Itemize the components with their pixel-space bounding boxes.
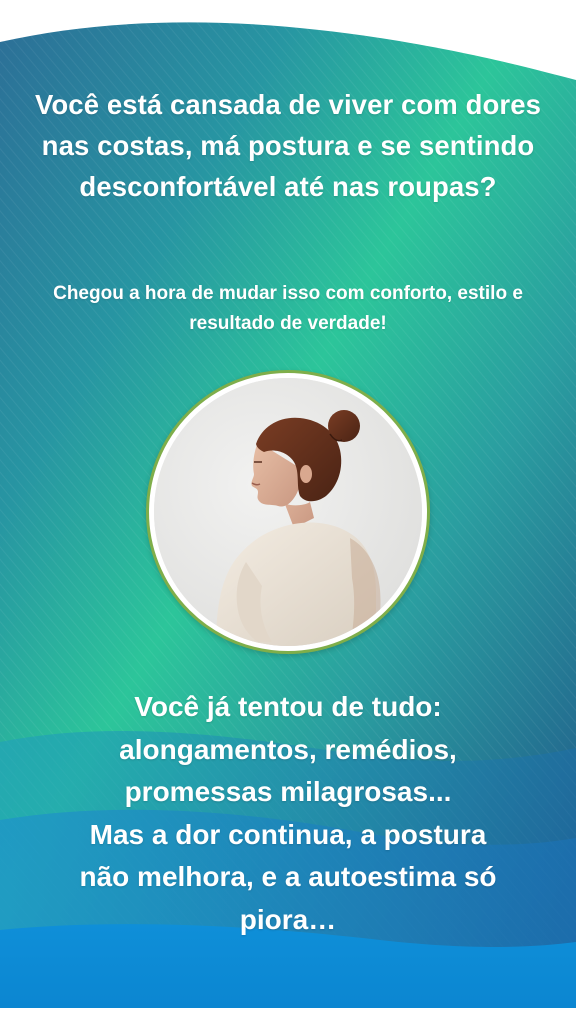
page: Você está cansada de viver com dores nas… [0, 0, 576, 1024]
problem-line-3: promessas milagrosas... [124, 776, 452, 807]
problem-line-6: piora… [239, 903, 337, 935]
problem-line-5: não melhora, e a autoestima só [79, 861, 497, 892]
problem-statement: Você já tentou de tudo: alongamentos, re… [30, 686, 546, 941]
hero-headline: Você está cansada de viver com dores nas… [35, 89, 541, 202]
profile-photo-frame [146, 370, 430, 654]
problem-line-2: alongamentos, remédios, [119, 733, 457, 765]
problem-line-1: Você já tentou de tudo: [134, 691, 442, 722]
content: Você está cansada de viver com dores nas… [0, 0, 576, 1024]
woman-profile-posture-photo [154, 378, 422, 646]
problem-line-4: Mas a dor continua, a postura [89, 818, 487, 850]
hero-subline: Chegou a hora de mudar isso com conforto… [53, 283, 523, 334]
